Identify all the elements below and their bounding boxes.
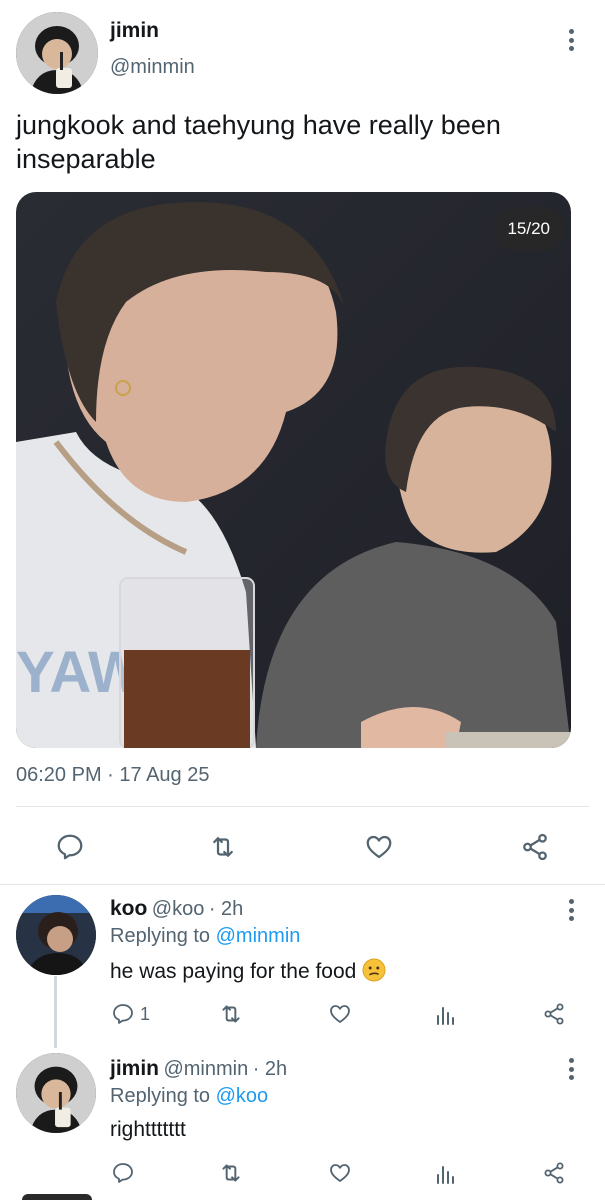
avatar-photo <box>16 895 96 975</box>
reply-views-icon[interactable] <box>434 1159 458 1187</box>
replying-to-handle[interactable]: @koo <box>216 1085 269 1107</box>
reply-header: jimin @minmin · 2h <box>110 1057 287 1081</box>
reply-share-icon[interactable] <box>541 1159 567 1187</box>
reply-text: he was paying for the food <box>110 958 386 984</box>
tweet-text: jungkook and taehyung have really been i… <box>16 110 501 174</box>
reply-time: · 2h <box>208 898 244 920</box>
reply-views-icon[interactable] <box>434 1000 458 1028</box>
replying-to-label: Replying to <box>110 1085 211 1107</box>
reply-count: 1 <box>140 1004 151 1024</box>
reply-reply-icon[interactable] <box>110 1000 136 1028</box>
reply-more-options-icon[interactable] <box>559 897 583 923</box>
reply-share-icon[interactable] <box>541 1000 567 1028</box>
thread-line <box>54 976 57 1048</box>
reply-retweet-icon[interactable] <box>216 1000 246 1028</box>
retweet-icon[interactable] <box>202 828 244 866</box>
reply-author-handle[interactable]: @koo <box>152 898 205 920</box>
reply-avatar[interactable] <box>16 895 96 975</box>
more-options-icon[interactable] <box>559 27 583 53</box>
timestamp-divider <box>16 806 589 807</box>
actions-divider <box>0 884 605 885</box>
avatar-photo <box>16 12 98 94</box>
reply-retweet-icon[interactable] <box>216 1159 246 1187</box>
replying-to-line: Replying to @minmin <box>110 925 300 948</box>
media-photo: YAW <box>16 192 571 748</box>
next-reply-avatar[interactable] <box>22 1194 92 1200</box>
reply-author-name[interactable]: koo <box>110 897 147 920</box>
reply-avatar[interactable] <box>16 1053 96 1133</box>
author-name[interactable]: jimin <box>110 19 159 43</box>
replying-to-line: Replying to @koo <box>110 1085 268 1108</box>
reply-icon[interactable] <box>50 828 90 866</box>
replying-to-handle[interactable]: @minmin <box>216 925 301 947</box>
reply-like-icon[interactable] <box>325 1000 355 1028</box>
reply-more-options-icon[interactable] <box>559 1056 583 1082</box>
author-avatar[interactable] <box>16 12 98 94</box>
avatar-photo <box>16 1053 96 1133</box>
reply-like-icon[interactable] <box>325 1159 355 1187</box>
share-icon[interactable] <box>515 828 555 866</box>
media-counter: 15/20 <box>493 207 564 251</box>
tweet-media[interactable]: YAW 15/20 <box>16 192 571 748</box>
author-handle[interactable]: @minmin <box>110 56 195 79</box>
reply-author-name[interactable]: jimin <box>110 1057 159 1080</box>
replying-to-label: Replying to <box>110 925 211 947</box>
reply-reply-icon[interactable] <box>110 1159 136 1187</box>
reply-body: righttttttt <box>110 1118 186 1141</box>
like-icon[interactable] <box>358 828 400 866</box>
reply-author-handle[interactable]: @minmin <box>163 1058 248 1080</box>
reply-time: · 2h <box>252 1058 288 1080</box>
reply-body: he was paying for the food <box>110 960 357 983</box>
confused-face-icon <box>362 958 386 982</box>
reply-header: koo @koo · 2h <box>110 897 243 921</box>
tweet-timestamp: 06:20 PM · 17 Aug 25 <box>16 764 210 786</box>
